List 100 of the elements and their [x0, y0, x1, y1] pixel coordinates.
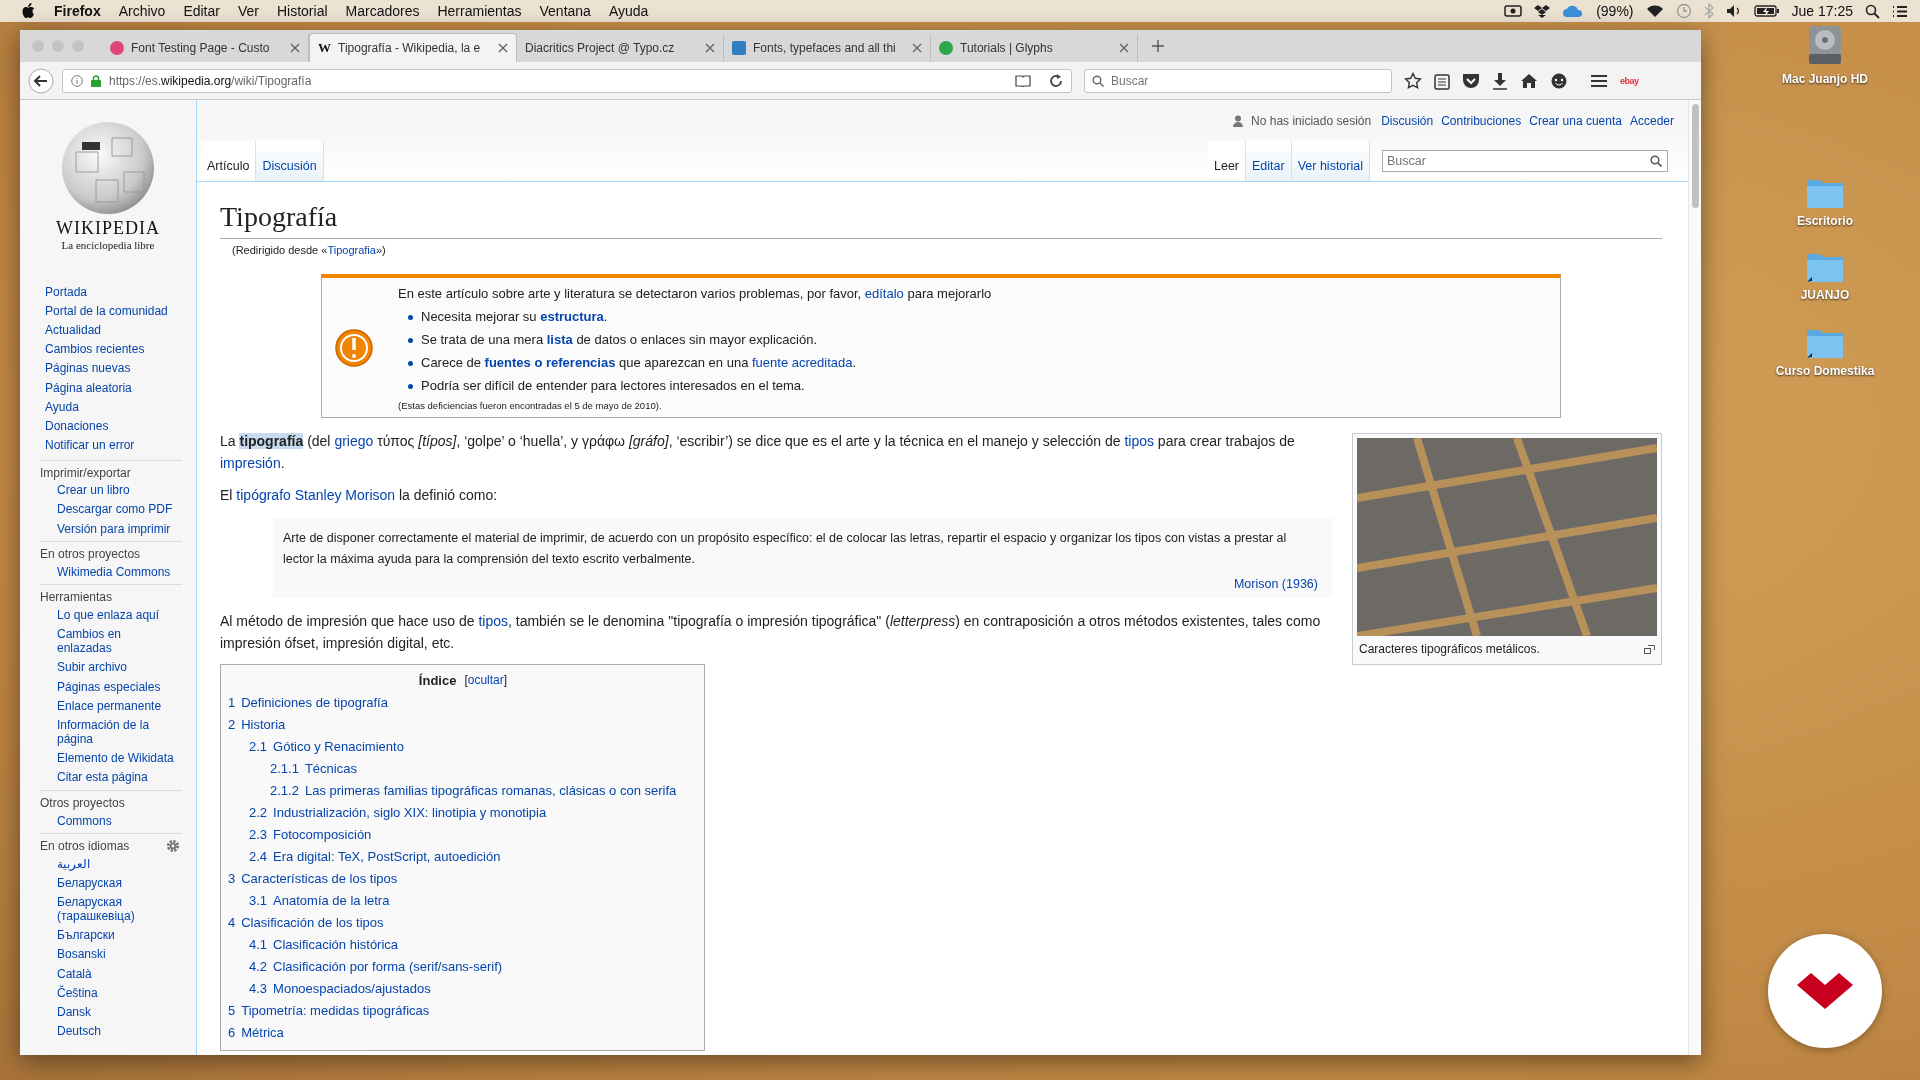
sidebar-link[interactable]: Enlace permanente — [40, 696, 182, 716]
toc-entry[interactable]: 4.2 Clasificación por forma (serif/sans-serif) — [249, 956, 698, 978]
sidebar-link[interactable]: Páginas nuevas — [45, 358, 196, 378]
shield-icon[interactable] — [1462, 72, 1480, 89]
sidebar-link[interactable]: Crear un libro — [40, 480, 182, 500]
close-icon[interactable] — [1119, 43, 1129, 53]
sidebar-link[interactable]: Català — [40, 964, 182, 984]
toc-entry[interactable]: 4.3 Monoespaciados/ajustados — [249, 978, 698, 1000]
back-icon[interactable] — [28, 67, 54, 94]
settings-icon[interactable] — [166, 839, 180, 854]
sidebar-link[interactable]: Bosanski — [40, 944, 182, 965]
menu-item[interactable]: Historial — [276, 3, 328, 19]
toc-entry[interactable]: 5 Tipometría: medidas tipográficas — [228, 1000, 698, 1022]
menu-item[interactable]: Marcadores — [345, 3, 420, 19]
menu-item[interactable]: Editar — [183, 3, 220, 19]
sidebar-link[interactable]: Notificar un error — [45, 435, 196, 455]
menu-item[interactable]: Ventana — [539, 3, 591, 19]
page-tab[interactable]: Leer — [1208, 141, 1247, 181]
link[interactable]: Tipografia — [327, 244, 376, 256]
list-icon[interactable] — [1892, 4, 1908, 18]
clipboard-icon[interactable] — [1434, 71, 1450, 90]
menu-item[interactable]: Ver — [237, 3, 259, 19]
sidebar-link[interactable]: Dansk — [40, 1002, 182, 1022]
sidebar-link[interactable]: Portal de la comunidad — [45, 301, 196, 321]
chevron-logo-icon[interactable] — [1767, 933, 1883, 1049]
sidebar-link[interactable]: Wikimedia Commons — [40, 562, 182, 582]
toc-entry[interactable]: 1 Definiciones de tipografía — [228, 692, 698, 714]
toc-entry[interactable]: 4 Clasificación de los tipos — [228, 912, 698, 934]
sidebar-link[interactable]: Commons — [40, 810, 182, 831]
sidebar-link[interactable]: Descargar como PDF — [40, 499, 182, 520]
sidebar-link[interactable]: Elemento de Wikidata — [40, 748, 182, 768]
close-icon[interactable] — [705, 43, 715, 53]
apple-icon[interactable] — [22, 3, 36, 19]
close-icon[interactable] — [912, 43, 922, 53]
sidebar-link[interactable]: Беларуская — [40, 873, 182, 893]
toc-entry[interactable]: 3 Características de los tipos — [228, 868, 698, 890]
link[interactable]: lista — [546, 332, 573, 347]
sidebar-link[interactable]: Actualidad — [45, 320, 196, 340]
user-link[interactable]: Discusión — [1381, 114, 1434, 128]
toc-entry[interactable]: 2.1.1 Técnicas — [270, 758, 698, 780]
search-icon[interactable] — [1650, 155, 1662, 167]
menu-item[interactable]: Ayuda — [608, 3, 649, 19]
link[interactable]: tipos — [1124, 433, 1154, 449]
lock-icon[interactable] — [91, 74, 101, 87]
sidebar-link[interactable]: Páginas especiales — [40, 677, 182, 697]
sidebar-link[interactable]: Página aleatoria — [45, 377, 196, 398]
new-tab-plus-icon[interactable] — [1152, 40, 1164, 52]
link[interactable]: tipos — [478, 613, 508, 629]
link[interactable]: impresión — [220, 455, 281, 471]
sidebar-link[interactable]: Citar esta página — [40, 767, 182, 787]
star-icon[interactable] — [1404, 71, 1422, 90]
sidebar-link[interactable]: Čeština — [40, 983, 182, 1003]
link[interactable]: fuentes o referencias — [484, 355, 616, 370]
sidebar-link[interactable]: Subir archivo — [40, 657, 182, 677]
reload-icon[interactable] — [1049, 73, 1063, 88]
toc-entry[interactable]: 2.4 Era digital: TeX, PostScript, autoedición — [249, 846, 698, 868]
close-icon[interactable] — [290, 43, 300, 53]
enlarge-icon[interactable] — [1644, 644, 1655, 654]
sidebar-link[interactable]: Български — [40, 925, 182, 945]
extension-button[interactable]: ebay — [1620, 75, 1639, 86]
page-tab[interactable]: Ver historial — [1291, 141, 1370, 181]
search-field[interactable]: Buscar — [1084, 68, 1392, 93]
battery-icon[interactable] — [1753, 4, 1780, 18]
user-link[interactable]: Crear una cuenta — [1529, 114, 1622, 128]
sidebar-link[interactable]: Ayuda — [45, 397, 196, 417]
toc-entry[interactable]: 3.1 Anatomía de la letra — [249, 890, 698, 912]
link[interactable]: estructura — [540, 309, 604, 324]
sidebar-link[interactable]: العربية — [40, 854, 182, 874]
address-field[interactable]: https://es.wikipedia.org/wiki/Tipografía — [62, 68, 1072, 93]
browser-tab[interactable]: W Tipografía - Wikipedia, la e — [309, 33, 517, 62]
scrollbar-thumb[interactable] — [1691, 104, 1699, 208]
sidebar-link[interactable]: Беларуская (тарашкевіца) — [40, 892, 182, 926]
link[interactable]: edítalo — [864, 286, 904, 301]
menu-clock[interactable]: Jue 17:25 — [1791, 3, 1853, 19]
link[interactable]: griego — [334, 433, 374, 449]
citation-link[interactable]: Morison (1936) — [1233, 577, 1318, 591]
user-link[interactable]: Acceder — [1629, 114, 1674, 128]
cloud-icon[interactable] — [1562, 4, 1585, 18]
sidebar-link[interactable]: Cambios recientes — [45, 339, 196, 359]
user-link[interactable]: Contribuciones — [1441, 114, 1522, 128]
toc-entry[interactable]: 2.1.2 Las primeras familias tipográficas romanas, clásicas o con serifa — [270, 780, 698, 802]
home-icon[interactable] — [1520, 72, 1538, 89]
menu-item[interactable]: Herramientas — [437, 3, 522, 19]
page-tab[interactable]: Discusión — [256, 141, 324, 181]
toc-entry[interactable]: 4.1 Clasificación histórica — [249, 934, 698, 956]
close-icon[interactable] — [498, 43, 508, 53]
sidebar-link[interactable]: Versión para imprimir — [40, 519, 182, 539]
page-tab[interactable]: Artículo — [201, 141, 257, 181]
toc-entry[interactable]: 2.2 Industrialización, siglo XIX: linotipia y monotipia — [249, 802, 698, 824]
speaker-icon[interactable] — [1725, 4, 1742, 18]
toc-entry[interactable]: 2.3 Fotocomposición — [249, 824, 698, 846]
menu-item[interactable]: Archivo — [118, 3, 166, 19]
reader-view-icon[interactable] — [1015, 74, 1031, 87]
wiki-search-field[interactable]: Buscar — [1382, 150, 1668, 172]
menu-icon[interactable] — [1590, 73, 1608, 88]
sidebar-link[interactable]: Cambios en enlazadas — [40, 624, 182, 658]
link[interactable]: tipógrafo Stanley Morison — [236, 487, 396, 503]
search-icon[interactable] — [1865, 3, 1880, 19]
record-icon[interactable] — [1504, 4, 1523, 18]
wifi-icon[interactable] — [1645, 4, 1664, 18]
